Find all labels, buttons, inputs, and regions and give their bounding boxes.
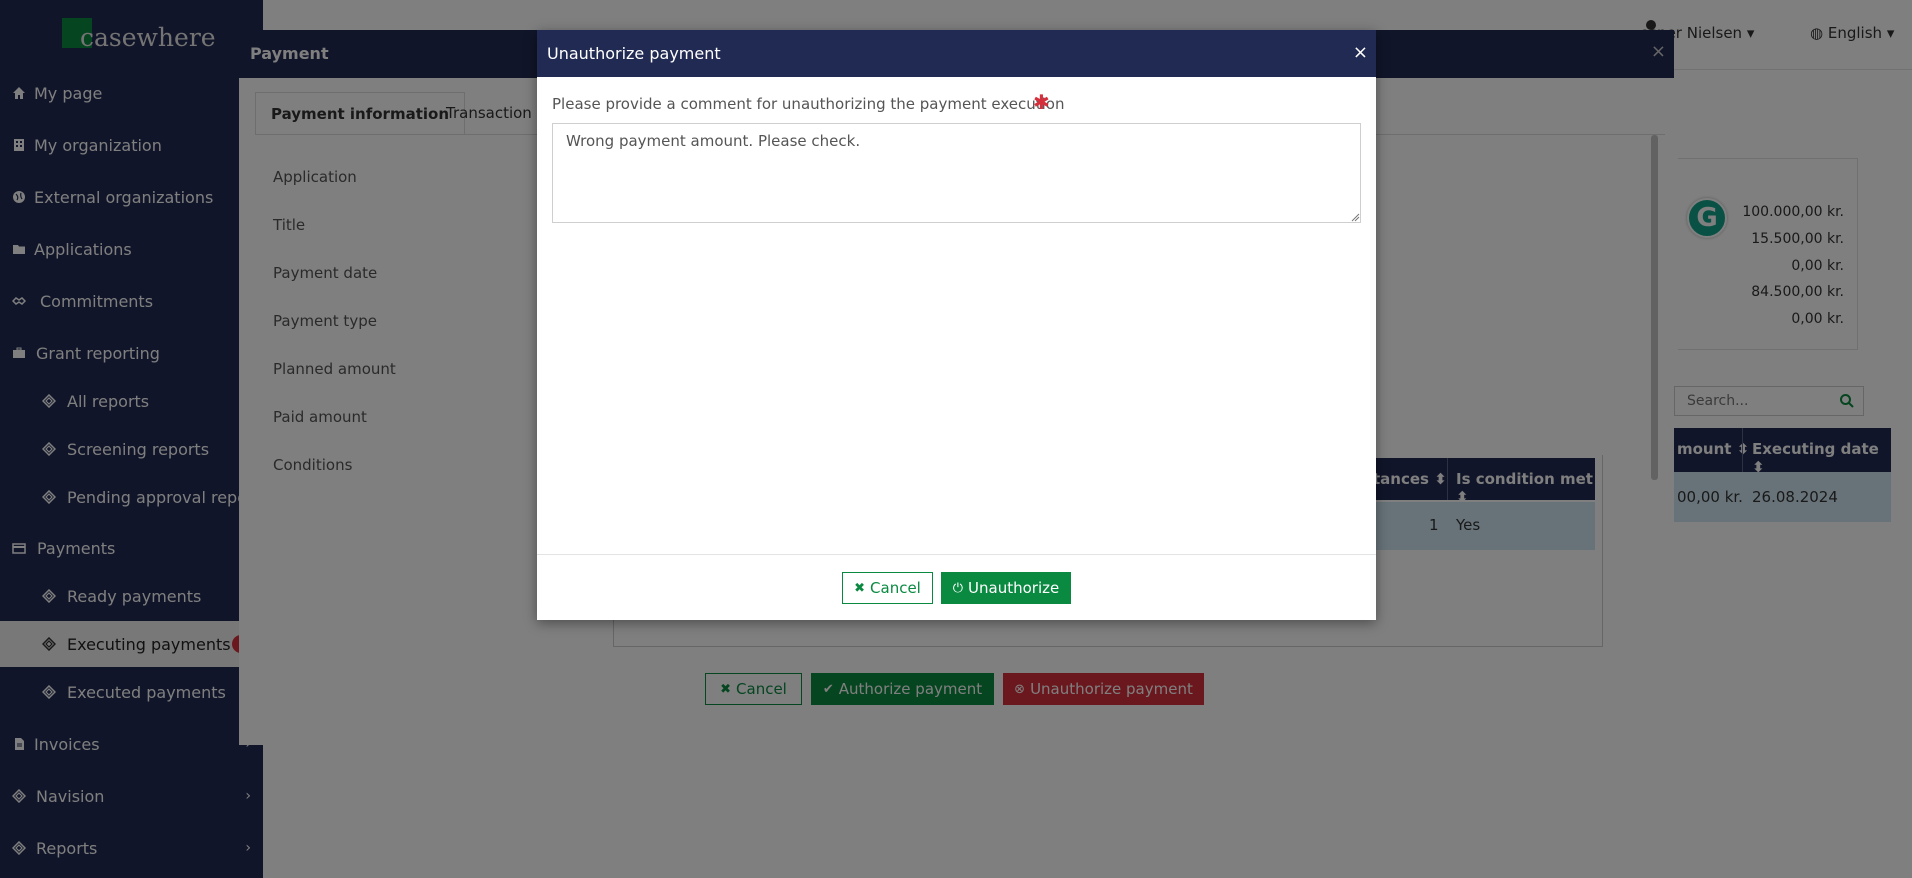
cancel-button[interactable]: ✖Cancel	[842, 572, 933, 604]
required-asterisk-icon: ✱	[1033, 90, 1050, 114]
dialog-title: Unauthorize payment	[547, 44, 721, 63]
unauthorize-button[interactable]: ⏻ Unauthorize	[941, 572, 1071, 604]
comment-textarea[interactable]: Wrong payment amount. Please check.	[552, 123, 1361, 223]
dialog-header: Unauthorize payment ×	[537, 30, 1376, 77]
unauthorize-payment-dialog: Unauthorize payment × Please provide a c…	[537, 30, 1376, 620]
resize-handle-icon[interactable]	[1350, 212, 1360, 222]
dialog-footer-divider	[537, 554, 1376, 555]
close-icon: ✖	[854, 580, 866, 596]
power-icon: ⏻	[952, 580, 964, 596]
close-icon[interactable]: ×	[1353, 42, 1368, 63]
comment-label: Please provide a comment for unauthorizi…	[552, 95, 1065, 113]
